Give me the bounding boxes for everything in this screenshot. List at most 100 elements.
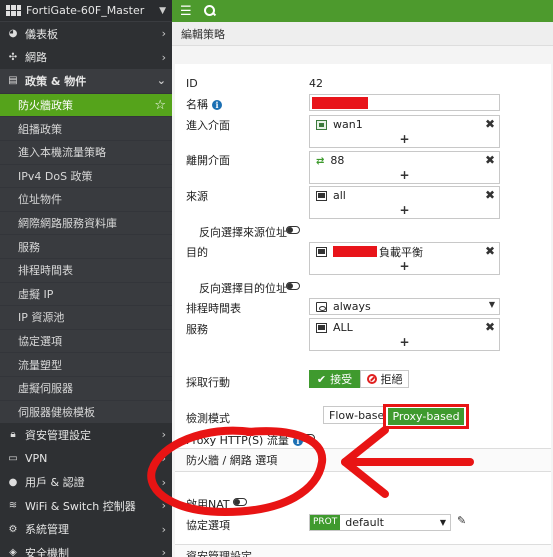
sidebar-item-services[interactable]: 服務	[0, 234, 172, 258]
source-field[interactable]: all + ✖	[309, 186, 500, 219]
sidebar-item-label: IPv4 DoS 政策	[18, 169, 93, 183]
menu-icon[interactable]: ☰	[180, 4, 192, 19]
sidebar-item-health-check[interactable]: 伺服器健檢模板	[0, 399, 172, 424]
chevron-right-icon: ›	[161, 499, 166, 513]
info-icon[interactable]: i	[212, 100, 222, 110]
address-icon	[316, 246, 327, 257]
service-field[interactable]: ALL + ✖	[309, 318, 500, 351]
action-label: 採取行動	[186, 376, 230, 389]
sidebar-item-vpn[interactable]: ▭ VPN ›	[0, 447, 172, 471]
remove-icon[interactable]: ✖	[485, 244, 495, 258]
add-incoming-interface-button[interactable]: +	[310, 133, 499, 147]
destination-field[interactable]: 負載平衡 + ✖	[309, 242, 500, 275]
chevron-right-icon: ›	[161, 50, 166, 64]
sidebar-item-dashboard[interactable]: ◕ 儀表板 ›	[0, 22, 172, 46]
proxy-based-button[interactable]: Proxy-based	[388, 408, 464, 425]
negate-source-toggle[interactable]	[286, 226, 300, 234]
add-service-button[interactable]: +	[310, 336, 499, 350]
source-value: all	[333, 189, 346, 202]
shield-icon: ◈	[9, 547, 17, 557]
sidebar-item-security-fabric[interactable]: ◈ 安全機制 ›	[0, 541, 172, 557]
add-destination-button[interactable]: +	[310, 260, 499, 274]
name-field[interactable]	[309, 94, 500, 111]
service-label: 服務	[186, 323, 208, 336]
accept-button[interactable]: ✔ 接受	[309, 370, 360, 388]
zone-icon: ⇄	[316, 155, 325, 167]
id-label: ID	[186, 77, 198, 90]
policy-icon: ▤	[8, 75, 18, 87]
chevron-right-icon: ›	[161, 428, 166, 442]
sidebar-item-label: WiFi & Switch 控制器	[25, 499, 136, 513]
protocol-options-label: 協定選項	[186, 519, 230, 532]
sidebar-item-label: 協定選項	[18, 335, 62, 349]
main-content: ID 42 名稱 i 進入介面 wan1 + ✖ 離開介面 ⇄ 88 + ✖ 來源 …	[172, 46, 553, 557]
destination-label: 目的	[186, 246, 208, 259]
sidebar-item-protocol-options[interactable]: 協定選項	[0, 328, 172, 353]
chevron-right-icon: ›	[161, 475, 166, 489]
schedule-select[interactable]: always ▼	[309, 298, 500, 315]
schedule-icon	[316, 301, 327, 312]
device-selector[interactable]: FortiGate-60F_Master ▼	[0, 0, 172, 22]
sidebar-item-system[interactable]: ⚙ 系統管理 ›	[0, 517, 172, 541]
sidebar-item-virtual-ips[interactable]: 虛擬 IP	[0, 281, 172, 306]
remove-icon[interactable]: ✖	[485, 320, 495, 334]
deny-label: 拒絕	[380, 373, 403, 386]
sidebar-item-label: 政策 & 物件	[25, 74, 87, 88]
nat-toggle[interactable]	[233, 498, 247, 506]
sidebar-item-label: 排程時間表	[18, 264, 73, 278]
sidebar-item-traffic-shaping[interactable]: 流量塑型	[0, 352, 172, 376]
sidebar-item-security-profiles[interactable]: 🔒︎ 資安管理設定 ›	[0, 423, 172, 447]
outgoing-interface-label: 離開介面	[186, 154, 230, 167]
policy-edit-form: ID 42 名稱 i 進入介面 wan1 + ✖ 離開介面 ⇄ 88 + ✖ 來源 …	[175, 64, 551, 557]
outgoing-interface-value: 88	[330, 154, 345, 167]
sidebar-item-firewall-policy[interactable]: 防火牆政策 ☆	[0, 92, 172, 117]
sidebar-item-label: 系統管理	[25, 523, 69, 537]
sidebar-item-policy-objects[interactable]: ▤ 政策 & 物件 ⌄	[0, 69, 172, 93]
lock-icon: 🔒︎	[10, 429, 16, 441]
sidebar-item-label: 位址物件	[18, 193, 62, 207]
sidebar-item-local-in-policy[interactable]: 進入本機流量策略	[0, 139, 172, 164]
remove-icon[interactable]: ✖	[485, 188, 495, 202]
sidebar-item-label: 防火牆政策	[18, 99, 73, 113]
id-value: 42	[309, 77, 323, 90]
inspection-mode-label: 檢測模式	[186, 412, 230, 425]
flow-based-button[interactable]: Flow-based	[323, 406, 385, 424]
sidebar-item-dos-policy[interactable]: IPv4 DoS 政策	[0, 163, 172, 188]
remove-icon[interactable]: ✖	[485, 117, 495, 131]
incoming-interface-field[interactable]: wan1 + ✖	[309, 115, 500, 148]
sidebar-item-wifi-switch[interactable]: ≋ WiFi & Switch 控制器 ›	[0, 494, 172, 518]
sidebar-item-label: 伺服器健檢模板	[18, 405, 95, 419]
add-outgoing-interface-button[interactable]: +	[310, 169, 499, 183]
negate-destination-toggle[interactable]	[286, 282, 300, 290]
wifi-icon: ≋	[8, 500, 18, 512]
sidebar-item-user-auth[interactable]: ● 用戶 & 認證 ›	[0, 470, 172, 494]
edit-icon[interactable]: ✎	[457, 514, 466, 527]
add-source-button[interactable]: +	[310, 204, 499, 218]
deny-icon	[366, 374, 377, 384]
sidebar-item-internet-service-db[interactable]: 網際網路服務資料庫	[0, 210, 172, 235]
protocol-options-select[interactable]: PROT default ▼	[309, 514, 451, 531]
page-title: 編輯策略	[172, 22, 553, 46]
proxy-http-toggle[interactable]	[301, 434, 315, 442]
protocol-options-value: default	[345, 516, 384, 529]
sidebar-item-label: 網際網路服務資料庫	[18, 217, 117, 231]
sidebar-item-multicast-policy[interactable]: 組播政策	[0, 116, 172, 140]
sidebar-item-schedules[interactable]: 排程時間表	[0, 257, 172, 282]
deny-button[interactable]: 拒絕	[360, 370, 409, 388]
sidebar-item-addresses[interactable]: 位址物件	[0, 187, 172, 211]
sidebar-item-network[interactable]: ✣ 網路 ›	[0, 46, 172, 70]
firewall-network-options-header: 防火牆 / 網路 選項	[175, 448, 551, 472]
star-icon[interactable]: ☆	[154, 98, 166, 113]
outgoing-interface-field[interactable]: ⇄ 88 + ✖	[309, 151, 500, 184]
destination-value: 負載平衡	[379, 245, 423, 259]
name-label: 名稱 i	[186, 96, 222, 112]
negate-destination-label: 反向選擇目的位址	[199, 282, 287, 295]
sidebar-item-label: 虛擬 IP	[18, 287, 54, 301]
redacted-block	[333, 246, 377, 257]
search-icon[interactable]	[203, 5, 216, 17]
check-icon: ✔	[316, 372, 327, 386]
sidebar-item-ip-pools[interactable]: IP 資源池	[0, 305, 172, 329]
remove-icon[interactable]: ✖	[485, 153, 495, 167]
redacted-block	[312, 97, 368, 109]
sidebar-item-virtual-servers[interactable]: 虛擬伺服器	[0, 375, 172, 400]
